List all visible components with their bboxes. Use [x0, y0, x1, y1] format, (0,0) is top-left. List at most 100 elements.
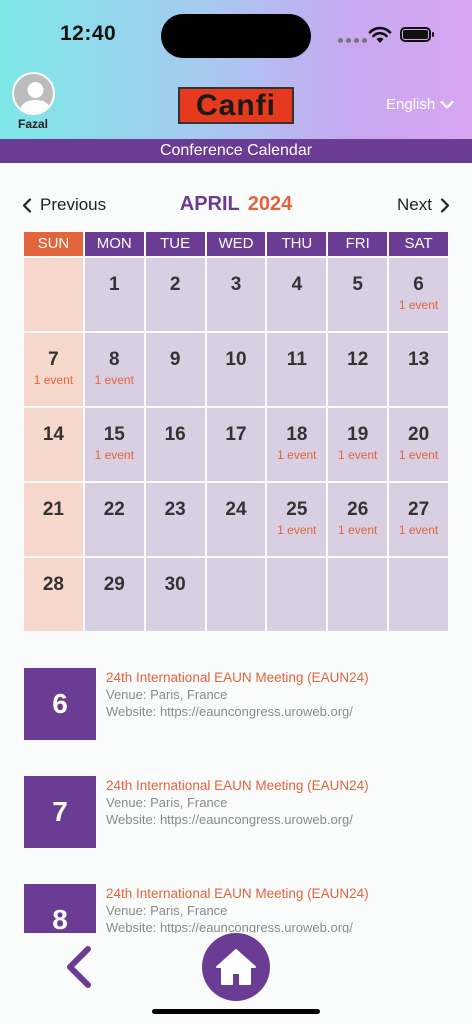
- event-list-item[interactable]: 8 24th International EAUN Meeting (EAUN2…: [24, 883, 448, 933]
- calendar-day-cell[interactable]: 21: [24, 483, 83, 556]
- language-selector[interactable]: English: [386, 96, 454, 113]
- calendar-day-cell[interactable]: 20 1 event: [389, 408, 448, 481]
- logo-text: Canfi: [196, 88, 276, 122]
- day-event-count: 1 event: [338, 448, 378, 462]
- calendar-day-cell[interactable]: 17: [206, 408, 266, 481]
- day-number: 5: [352, 274, 363, 295]
- day-event-count: 1 event: [398, 298, 439, 312]
- chevron-down-icon: [440, 100, 454, 109]
- event-date-badge: 7: [24, 776, 96, 848]
- back-arrow-icon[interactable]: [62, 945, 96, 989]
- home-indicator: [152, 1009, 320, 1014]
- calendar-day-cell[interactable]: 23: [145, 483, 205, 556]
- next-month-button[interactable]: Next: [397, 195, 450, 215]
- calendar-day-cell[interactable]: 22: [84, 483, 144, 556]
- weekday-sun: SUN: [24, 232, 83, 256]
- calendar-day-cell[interactable]: 10: [206, 333, 266, 406]
- event-list-item[interactable]: 7 24th International EAUN Meeting (EAUN2…: [24, 775, 448, 883]
- status-bar: 12:40: [0, 0, 472, 70]
- weekday-tue: TUE: [145, 232, 205, 256]
- event-list-item[interactable]: 6 24th International EAUN Meeting (EAUN2…: [24, 667, 448, 775]
- event-details: 24th International EAUN Meeting (EAUN24)…: [106, 883, 369, 933]
- calendar-day-cell[interactable]: 6 1 event: [389, 258, 448, 331]
- dynamic-island: [161, 14, 311, 58]
- day-number: [389, 574, 448, 596]
- day-number: 20: [408, 424, 430, 445]
- calendar-day-cell[interactable]: 5: [328, 258, 388, 331]
- calendar-weekday-header: SUN MON TUE WED THU FRI SAT: [24, 232, 448, 256]
- app-logo: Canfi: [178, 87, 294, 124]
- calendar-day-cell[interactable]: 16: [145, 408, 205, 481]
- event-website[interactable]: Website: https://eauncongress.uroweb.org…: [106, 703, 369, 720]
- calendar-day-cell[interactable]: 4: [267, 258, 327, 331]
- event-date-badge: 6: [24, 668, 96, 740]
- day-number: 18: [286, 424, 308, 445]
- calendar-day-cell[interactable]: 15 1 event: [84, 408, 144, 481]
- calendar-day-cell[interactable]: 14: [24, 408, 83, 481]
- year-label: 2024: [247, 193, 293, 215]
- calendar-day-cell: [24, 258, 83, 331]
- event-website[interactable]: Website: https://eauncongress.uroweb.org…: [106, 919, 369, 933]
- calendar-day-cell[interactable]: 27 1 event: [389, 483, 448, 556]
- user-avatar[interactable]: [12, 72, 55, 115]
- weekday-thu: THU: [267, 232, 327, 256]
- event-title[interactable]: 24th International EAUN Meeting (EAUN24): [106, 777, 369, 794]
- battery-icon: [400, 27, 434, 42]
- calendar-day-cell[interactable]: 26 1 event: [328, 483, 388, 556]
- event-title[interactable]: 24th International EAUN Meeting (EAUN24): [106, 885, 369, 902]
- day-number: 10: [225, 349, 247, 370]
- calendar-day-cell[interactable]: 19 1 event: [328, 408, 388, 481]
- calendar-day-cell[interactable]: 3: [206, 258, 266, 331]
- day-number: 13: [408, 349, 430, 370]
- calendar-day-cell[interactable]: 11: [267, 333, 327, 406]
- day-number: 4: [291, 274, 303, 295]
- cellular-signal-icon: [338, 38, 367, 43]
- day-number: [267, 574, 326, 596]
- calendar-day-cell[interactable]: 12: [328, 333, 388, 406]
- calendar-day-cell[interactable]: 18 1 event: [267, 408, 327, 481]
- calendar-day-cell[interactable]: 8 1 event: [84, 333, 144, 406]
- event-details: 24th International EAUN Meeting (EAUN24)…: [106, 775, 369, 883]
- calendar-day-cell[interactable]: 1: [84, 258, 144, 331]
- day-number: 22: [103, 499, 125, 520]
- weekday-mon: MON: [84, 232, 144, 256]
- calendar-day-cell[interactable]: 25 1 event: [267, 483, 327, 556]
- day-number: 11: [286, 349, 307, 370]
- next-label: Next: [397, 195, 432, 214]
- calendar-day-cell[interactable]: 30: [145, 558, 205, 631]
- home-icon: [216, 949, 256, 985]
- calendar-day-cell[interactable]: 29: [84, 558, 144, 631]
- month-navigation: Previous APRIL 2024 Next: [0, 190, 472, 222]
- wifi-icon: [368, 26, 392, 43]
- day-number: 8: [108, 349, 120, 370]
- day-number: 12: [347, 349, 369, 370]
- weekday-sat: SAT: [389, 232, 448, 256]
- page-title: Conference Calendar: [0, 139, 472, 163]
- user-name: Fazal: [17, 117, 48, 131]
- day-event-count: 1 event: [398, 523, 439, 537]
- home-button[interactable]: [202, 933, 270, 1001]
- chevron-right-icon: [440, 197, 450, 213]
- calendar-day-cell[interactable]: 9: [145, 333, 205, 406]
- event-website[interactable]: Website: https://eauncongress.uroweb.org…: [106, 811, 369, 828]
- day-number: 6: [413, 274, 424, 295]
- calendar-day-cell[interactable]: 7 1 event: [24, 333, 83, 406]
- day-event-count: 1 event: [277, 448, 317, 462]
- calendar-day-cell[interactable]: 28: [24, 558, 83, 631]
- calendar-day-cell[interactable]: 24: [206, 483, 266, 556]
- calendar-day-cell[interactable]: 13: [389, 333, 448, 406]
- event-title[interactable]: 24th International EAUN Meeting (EAUN24): [106, 669, 369, 686]
- day-number: 2: [169, 274, 181, 295]
- day-number: 17: [225, 424, 247, 445]
- day-event-count: 1 event: [33, 373, 74, 387]
- day-number: 24: [225, 499, 247, 520]
- day-number: 21: [42, 499, 64, 520]
- calendar-day-cell[interactable]: 2: [145, 258, 205, 331]
- day-number: 15: [103, 424, 125, 445]
- day-number: 9: [169, 349, 181, 370]
- day-number: [207, 574, 266, 596]
- day-number: 30: [164, 574, 186, 595]
- day-number: 29: [103, 574, 125, 595]
- event-list: 6 24th International EAUN Meeting (EAUN2…: [24, 667, 448, 933]
- calendar-grid: 1234561 event 7 1 event 8 1 event 9 10 11 12 13 14…: [24, 258, 448, 631]
